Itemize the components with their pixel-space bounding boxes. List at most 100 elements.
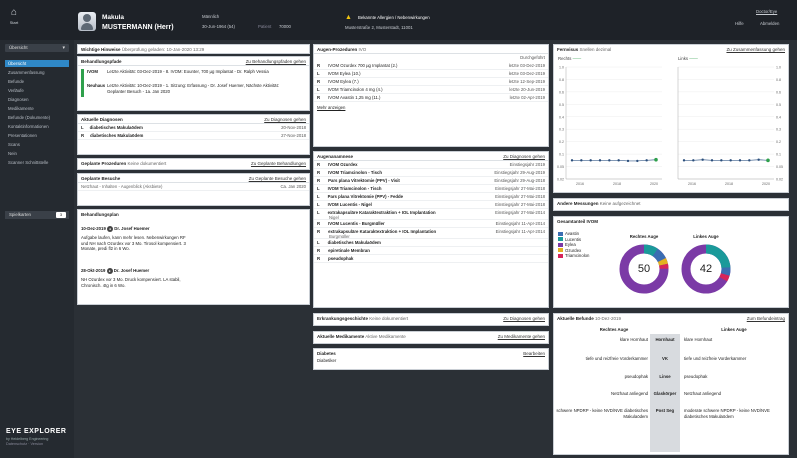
wichtige-card: Wichtige Hinweise Überprüfung geladen: 1… — [77, 44, 310, 54]
diabetes-card: Diabetes Bearbeiten Diabetiker — [313, 348, 549, 370]
sidebar-item-nein[interactable]: Nein — [5, 150, 69, 157]
sidebar-item-zusammenfassung[interactable]: Zusammenfassung — [5, 69, 69, 76]
gepl-bes-link[interactable]: Zu Geplante Besuche gehen — [249, 174, 306, 183]
logout-link[interactable]: Abmelden — [760, 21, 779, 26]
augen-prozeduren-card: Augen-Prozeduren IVO Durchgeführt R IVOM … — [313, 44, 549, 147]
list-item[interactable]: L IVOM Eylea (10.) letzte 03-Dez-2019 — [314, 70, 548, 78]
plan-entry: 28-Okt-2019 ● Dr. Josef Huemer NH Ozurde… — [81, 268, 181, 288]
data-point — [580, 159, 583, 162]
plan-entry: 10-Dez-2019 ● Dr. Josef Huemer Aufgabe l… — [81, 226, 186, 251]
y-tick-label: 0.8 — [559, 78, 564, 82]
diagnosen-link[interactable]: Zu Diagnosen gehen — [264, 115, 306, 124]
y-tick-label: 1.0 — [559, 66, 564, 70]
pfade-link[interactable]: Zu Behandlungspfaden gehen — [246, 57, 306, 66]
data-point — [645, 159, 648, 162]
list-item[interactable]: R IVOM Ozurdex 700 µg Implantat (2.) letzt… — [314, 62, 548, 70]
fernvisus-chart: 1.0 0.8 0.6 0.5 0.4 0.3 0.2 0.1 0.05 0.02 2016 2018… — [557, 66, 783, 187]
sidebar-item-befunde[interactable]: Befunde — [5, 78, 69, 85]
y-tick-label: 0.8 — [776, 78, 781, 82]
patient-gender: Männlich — [202, 14, 220, 19]
list-item: Rdiabetisches Makulaödem 27-Nov-2018 — [78, 132, 309, 140]
befunde-link[interactable]: Zum Befundeintrag — [747, 314, 785, 323]
geplante-besuche-card: Geplante Besuche Zu Geplante Besuche gehe… — [77, 173, 310, 206]
help-link[interactable]: Hilfe — [735, 21, 744, 26]
y-tick-label: 0.5 — [776, 103, 781, 107]
app-logo: EYE EXPLORER by Heidelberg Engineering — [6, 428, 67, 441]
sidebar-item-kontakt[interactable]: Kontaktinformationen — [5, 123, 69, 130]
doctor-icon: ● — [107, 226, 114, 232]
erkr-link[interactable]: Zu Diagnosen gehen — [503, 314, 545, 323]
x-tick-label: 2016 — [576, 182, 584, 186]
andere-messungen-card: Andere Messungen Keine aufgezeichnet — [553, 198, 789, 211]
data-point — [598, 159, 602, 162]
y-tick-label: 0.6 — [559, 90, 564, 94]
sidebar-item-scans[interactable]: Scans — [5, 141, 69, 148]
y-tick-label: 0.05 — [557, 165, 564, 169]
data-point — [654, 157, 658, 162]
patient-id: 70000 — [279, 24, 291, 29]
home-icon: ⌂ — [10, 7, 18, 18]
pfad-row[interactable]: IVOM Letzte Aktivität: 03-Dez-2019 - 8. I… — [87, 69, 307, 75]
ivom-donuts — [619, 244, 731, 294]
data-point — [570, 159, 574, 162]
diagnosen-card: Aktuelle Diagnosen Zu Diagnosen gehen Ldi… — [77, 114, 310, 155]
y-tick-label: 0.02 — [557, 178, 564, 182]
home-button[interactable]: ⌂ Start — [6, 7, 22, 26]
medik-link[interactable]: Zu Medikamente gehen — [498, 332, 545, 341]
data-point — [766, 158, 770, 163]
y-tick-label: 0.6 — [776, 90, 781, 94]
sidebar-dropdown[interactable]: Übersicht ▾ — [5, 44, 69, 52]
pfad-row[interactable]: Neuhaus Letzte Aktivität: 10-Dez-2019 - 1… — [87, 83, 307, 94]
sidebar-item-medikamente[interactable]: Medikamente — [5, 105, 69, 112]
x-tick-label: 2020 — [650, 182, 658, 186]
patient-address: Musterstraße 2, Musterstadt, 11001 — [345, 25, 413, 30]
data-point — [757, 158, 760, 161]
sidebar-item-praesentationen[interactable]: Presentationen — [5, 132, 69, 139]
gepl-proc-link[interactable]: Zu Geplante Behandlungen — [251, 159, 306, 168]
sidebar-item-dokumente[interactable]: Befunde (Dokumente) — [5, 114, 69, 121]
y-tick-label: 0.1 — [776, 153, 781, 157]
sidebar-spielkarten[interactable]: Spielkarten 3 — [5, 211, 69, 219]
patient-id-label: Patient — [258, 24, 272, 29]
sidebar-item-diagnosen[interactable]: Diagnosen — [5, 96, 69, 103]
y-tick-label: 0.02 — [776, 178, 783, 182]
anamnese-link[interactable]: Zu Diagnosen gehen — [503, 152, 545, 161]
y-tick-label: 0.05 — [776, 165, 783, 169]
y-tick-label: 0.4 — [776, 115, 781, 119]
user-menu[interactable]: Doctor/Eye — [756, 9, 777, 14]
list-item[interactable]: R IVOM Avastin 1,25 mg (11.) letzte 02-Apr… — [314, 94, 548, 102]
allergy-link[interactable]: Bekannte Allergien / Nebenwirkungen — [358, 15, 430, 20]
data-point — [626, 159, 630, 163]
x-tick-label: 2018 — [725, 182, 733, 186]
behandlungsplan-card: Behandlungsplan 10-Dez-2019 ● Dr. Josef … — [77, 209, 310, 305]
list-item[interactable]: L IVOM Triamcinolon 4 mg (4.) letzte 20-Ju… — [314, 86, 548, 94]
data-point — [617, 159, 620, 162]
list-item: Repiretinale Membran — [314, 247, 548, 255]
geplante-prozeduren-card: Geplante Prozeduren Keine dokumentiert Zu… — [77, 158, 310, 170]
y-tick-label: 0.3 — [776, 128, 781, 132]
diabetes-edit-link[interactable]: Bearbeiten — [523, 349, 545, 358]
data-point — [748, 159, 751, 162]
sidebar-item-scanner[interactable]: Scanner Schnittstelle — [5, 159, 69, 166]
fernvisus-card: Fernvisus Snellen dezimal Zu Zusammenfass… — [553, 44, 789, 193]
count-badge: 3 — [56, 212, 66, 218]
y-tick-label: 0.3 — [559, 128, 564, 132]
series-line — [684, 159, 769, 161]
top-bar: ⌂ Start Makula MUSTERMANN (Herr) Männlic… — [0, 0, 797, 40]
erkrankungsgeschichte-card: Erkrankungsgeschichte Keine dokumentiert… — [313, 313, 549, 326]
mehr-anzeigen-link[interactable]: Mehr anzeigen — [314, 105, 548, 110]
sidebar-item-uebersicht[interactable]: Übersicht — [5, 60, 69, 67]
left-eye-count: 42 — [699, 263, 713, 275]
data-point — [720, 159, 723, 162]
sidebar-item-verlaeufe[interactable]: Verläufe — [5, 87, 69, 94]
fernvisus-link[interactable]: Zu Zusammenfassung gehen — [726, 45, 785, 54]
doctor-icon: ● — [106, 268, 113, 274]
warning-icon: ▲ — [345, 14, 352, 21]
sidebar-footer: Datenschutz · Version — [6, 442, 44, 446]
y-tick-label: 0.4 — [559, 115, 564, 119]
data-point — [710, 159, 714, 162]
list-item: R IVOM Lucentis - Burgmüller Einstiegsjahr… — [314, 220, 548, 228]
x-tick-label: 2020 — [762, 182, 770, 186]
list-item: Netzhaut - Inhalten - Augenblick (Aksbie… — [78, 183, 309, 191]
list-item[interactable]: R IVOM Eylea (7.) letzte 12-Sep-2019 — [314, 78, 548, 86]
